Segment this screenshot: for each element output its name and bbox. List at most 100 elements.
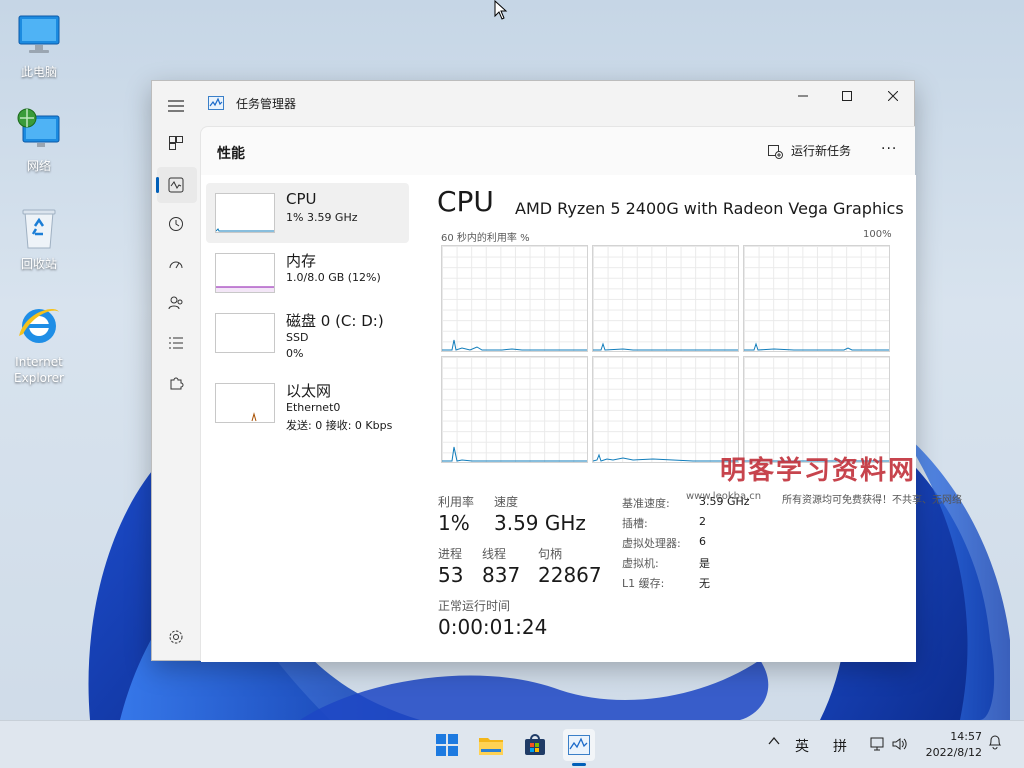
resource-detail-throughput: 发送: 0 接收: 0 Kbps <box>286 419 393 432</box>
speed-value: 3.59 GHz <box>494 511 586 535</box>
clock-date: 2022/8/12 <box>925 746 982 759</box>
details-list-icon <box>169 337 183 349</box>
task-manager-taskbar-button[interactable] <box>563 729 595 761</box>
threads-value: 837 <box>482 563 521 587</box>
nav-processes[interactable] <box>166 133 186 153</box>
folder-icon <box>479 738 503 755</box>
run-task-label: 运行新任务 <box>791 144 852 158</box>
monitor-icon <box>15 12 63 60</box>
handles-label: 句柄 <box>538 547 563 561</box>
nav-selected-indicator <box>156 177 159 193</box>
clock-time: 14:57 <box>950 730 982 743</box>
processes-value: 53 <box>438 563 464 587</box>
resource-name: 磁盘 0 (C: D:) <box>286 312 384 330</box>
ethernet-thumbnail-graph <box>215 383 275 423</box>
utilization-value: 1% <box>438 511 470 535</box>
ime-mode-indicator[interactable]: 拼 <box>833 736 847 756</box>
run-new-task-button[interactable]: 运行新任务 <box>767 142 851 159</box>
task-manager-app-icon <box>208 95 224 114</box>
store-bag-icon <box>525 734 545 755</box>
disk-thumbnail-graph <box>215 313 275 353</box>
nav-details[interactable] <box>166 333 186 353</box>
desktop-icon-label: 回收站 <box>20 257 57 271</box>
nav-app-history[interactable] <box>166 214 186 234</box>
nav-services[interactable] <box>166 373 186 393</box>
desktop-icon-network[interactable]: 网络 <box>0 106 78 174</box>
cpu-core-graph-6 <box>743 356 890 463</box>
volume-icon[interactable] <box>892 737 908 755</box>
desktop-icon-recycle-bin[interactable]: 回收站 <box>0 204 78 272</box>
resource-item-cpu[interactable]: CPU 1% 3.59 GHz <box>206 183 409 243</box>
virtual-machine-label: 虚拟机: <box>622 557 659 570</box>
cpu-thumbnail-graph <box>215 193 275 233</box>
resource-name: CPU <box>286 190 317 208</box>
notification-icon[interactable] <box>988 734 1002 754</box>
resource-item-ethernet[interactable]: 以太网 Ethernet0 发送: 0 接收: 0 Kbps <box>206 373 409 433</box>
memory-thumbnail-graph <box>215 253 275 293</box>
resource-detail: 1% 3.59 GHz <box>286 211 358 224</box>
startup-gauge-icon <box>169 261 183 269</box>
watermark-tagline: 所有资源均可免费获得！不共享、无网络 <box>782 495 962 506</box>
cpu-core-graph-5 <box>592 356 739 463</box>
uptime-value: 0:00:01:24 <box>438 615 548 639</box>
mouse-cursor-icon <box>494 0 508 20</box>
resource-name: 内存 <box>286 252 317 270</box>
users-icon <box>168 296 183 310</box>
virtual-machine-value: 是 <box>699 557 710 570</box>
performance-page: 性能 运行新任务 ··· CPU 1% 3.59 GHz 内存 1.0/8.0 … <box>200 126 916 662</box>
watermark-title: 明客学习资料网 <box>720 456 917 486</box>
watermark-url: www.leokba.cn <box>686 491 762 502</box>
cpu-core-graph-2 <box>592 245 739 352</box>
start-button[interactable] <box>431 729 463 761</box>
history-icon <box>169 217 183 231</box>
base-speed-label: 基准速度: <box>622 497 670 510</box>
resource-detail: 1.0/8.0 GB (12%) <box>286 271 381 284</box>
page-title: 性能 <box>217 146 245 162</box>
desktop-icon-this-pc[interactable]: 此电脑 <box>0 12 78 80</box>
resource-detail: Ethernet0 <box>286 401 341 414</box>
active-app-indicator <box>572 763 586 766</box>
resource-item-memory[interactable]: 内存 1.0/8.0 GB (12%) <box>206 243 409 303</box>
run-task-icon <box>768 144 783 159</box>
task-manager-icon <box>568 735 590 755</box>
processes-icon <box>169 136 183 150</box>
file-explorer-taskbar-button[interactable] <box>475 729 507 761</box>
performance-panel: CPU 1% 3.59 GHz 内存 1.0/8.0 GB (12%) 磁盘 0… <box>201 175 916 662</box>
title-bar[interactable]: 任务管理器 <box>152 81 914 125</box>
resource-detail: SSD <box>286 331 309 344</box>
minimize-button[interactable] <box>780 81 826 111</box>
network-status-icon[interactable] <box>870 737 886 755</box>
ime-language-indicator[interactable]: 英 <box>795 736 809 756</box>
utilization-label: 利用率 <box>438 495 475 509</box>
store-taskbar-button[interactable] <box>519 729 551 761</box>
resource-name: 以太网 <box>286 382 332 400</box>
speed-label: 速度 <box>494 495 519 509</box>
system-clock[interactable]: 14:57 2022/8/12 <box>924 729 982 761</box>
recycle-bin-icon <box>15 204 63 252</box>
uptime-label: 正常运行时间 <box>438 599 511 613</box>
nav-users[interactable] <box>166 293 186 313</box>
task-manager-window: 任务管理器 性能 运行新任务 ··· CPU 1% 3.59 GHz 内存 1.… <box>151 80 916 662</box>
nav-startup-apps[interactable] <box>166 254 186 274</box>
close-button[interactable] <box>870 81 916 111</box>
threads-label: 线程 <box>482 547 507 561</box>
sockets-label: 插槽: <box>622 517 648 530</box>
window-title: 任务管理器 <box>236 97 297 111</box>
graph-caption: 60 秒内的利用率 % <box>441 233 530 244</box>
resource-detail-usage: 0% <box>286 347 304 360</box>
desktop-icon-label: Internet Explorer <box>14 355 64 385</box>
settings-gear-icon <box>169 630 183 644</box>
hamburger-menu-icon[interactable] <box>168 97 184 116</box>
l1-cache-value: 无 <box>699 577 710 590</box>
virtual-processors-value: 6 <box>699 535 706 548</box>
resource-item-disk[interactable]: 磁盘 0 (C: D:) SSD 0% <box>206 303 409 363</box>
sockets-value: 2 <box>699 515 706 528</box>
cpu-core-graph-1 <box>441 245 588 352</box>
nav-settings[interactable] <box>166 627 186 647</box>
desktop-icon-internet-explorer[interactable]: Internet Explorer <box>0 302 78 386</box>
internet-explorer-icon <box>15 302 63 350</box>
maximize-button[interactable] <box>824 81 870 111</box>
nav-performance[interactable] <box>166 175 186 195</box>
more-options-button[interactable]: ··· <box>881 141 897 157</box>
tray-overflow-chevron-icon[interactable] <box>768 735 780 751</box>
